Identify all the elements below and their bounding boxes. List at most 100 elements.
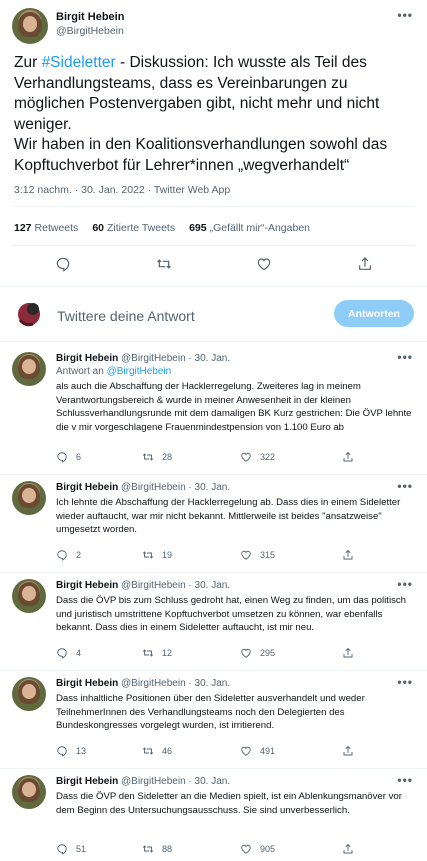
more-icon[interactable]: ••• [397, 8, 413, 22]
reply-author-name[interactable]: Birgit Hebein [56, 353, 118, 364]
like-icon[interactable] [256, 256, 272, 272]
reply-tweet[interactable]: Birgit Hebein @BirgitHebein · 30. Jan. •… [0, 477, 427, 572]
reply-author-handle[interactable]: @BirgitHebein [121, 353, 186, 364]
separator: · [188, 678, 192, 689]
reply-to-handle[interactable]: @BirgitHebein [107, 366, 172, 377]
reply-author-name[interactable]: Birgit Hebein [56, 482, 118, 493]
reply-button[interactable]: Antworten [334, 300, 414, 327]
likes-count: 695 [189, 222, 207, 234]
reply-count[interactable]: 6 [56, 451, 81, 463]
like-icon [240, 647, 252, 659]
retweet-icon [142, 745, 154, 757]
reply-author-handle[interactable]: @BirgitHebein [121, 776, 186, 787]
quotes-stat[interactable]: 60 Zitierte Tweets [92, 222, 175, 234]
reply-date[interactable]: 30. Jan. [195, 580, 231, 591]
reply-date[interactable]: 30. Jan. [195, 776, 231, 787]
like-count[interactable]: 491 [240, 745, 275, 757]
more-icon[interactable]: ••• [397, 479, 413, 493]
tweet-text-prefix: Zur [14, 54, 42, 71]
reply-count[interactable]: 13 [56, 745, 86, 757]
like-count[interactable]: 295 [240, 647, 275, 659]
reply-author-handle[interactable]: @BirgitHebein [121, 482, 186, 493]
share-button[interactable] [342, 745, 354, 757]
reply-count[interactable]: 4 [56, 647, 81, 659]
share-button[interactable] [342, 647, 354, 659]
reply-author-handle[interactable]: @BirgitHebein [121, 580, 186, 591]
like-count[interactable]: 905 [240, 843, 275, 855]
share-button[interactable] [342, 549, 354, 561]
reply-tweet[interactable]: Birgit Hebein @BirgitHebein · 30. Jan. •… [0, 771, 427, 861]
reply-count-value: 51 [76, 844, 87, 854]
more-icon[interactable]: ••• [397, 350, 413, 364]
share-icon [342, 647, 354, 659]
like-count-value: 905 [260, 844, 276, 854]
reply-header: Birgit Hebein @BirgitHebein · 30. Jan. [56, 776, 230, 787]
reply-icon [56, 843, 68, 855]
reply-avatar[interactable] [12, 481, 46, 515]
author-avatar[interactable] [12, 8, 48, 44]
hashtag-link[interactable]: #Sideletter [42, 54, 116, 71]
author-name[interactable]: Birgit Hebein [56, 11, 124, 23]
like-count-value: 315 [260, 550, 276, 560]
divider [0, 474, 427, 475]
reply-count[interactable]: 2 [56, 549, 81, 561]
reply-header: Birgit Hebein @BirgitHebein · 30. Jan. [56, 353, 230, 364]
reply-count-value: 2 [76, 550, 82, 560]
reply-avatar[interactable] [12, 579, 46, 613]
likes-stat[interactable]: 695 „Gefällt mir“-Angaben [189, 222, 310, 234]
reply-count-value: 13 [76, 746, 87, 756]
reply-count[interactable]: 51 [56, 843, 86, 855]
reply-author-name[interactable]: Birgit Hebein [56, 580, 118, 591]
retweet-count[interactable]: 12 [142, 647, 172, 659]
share-button[interactable] [342, 843, 354, 855]
like-icon [240, 843, 252, 855]
retweet-count[interactable]: 19 [142, 549, 172, 561]
retweet-icon [142, 647, 154, 659]
retweet-icon [142, 451, 154, 463]
tweet-text-line2: Wir haben in den Koalitionsverhandlungen… [14, 136, 388, 174]
author-handle[interactable]: @BirgitHebein [56, 25, 124, 37]
more-icon[interactable]: ••• [397, 773, 413, 787]
reply-input[interactable]: Twittere deine Antwort [57, 308, 195, 324]
reply-author-handle[interactable]: @BirgitHebein [121, 678, 186, 689]
quotes-count: 60 [92, 222, 104, 234]
share-icon[interactable] [357, 256, 373, 272]
retweet-icon[interactable] [156, 256, 172, 272]
reply-action-bar: 4 12 295 [56, 647, 416, 661]
reply-text: Dass die ÖVP bis zum Schluss gedroht hat… [56, 595, 407, 633]
retweets-stat[interactable]: 127 Retweets [14, 222, 78, 234]
more-icon[interactable]: ••• [397, 577, 413, 591]
reply-author-name[interactable]: Birgit Hebein [56, 678, 118, 689]
like-icon [240, 451, 252, 463]
more-icon[interactable]: ••• [397, 675, 413, 689]
reply-tweet[interactable]: Birgit Hebein @BirgitHebein · 30. Jan. •… [0, 575, 427, 670]
reply-date[interactable]: 30. Jan. [195, 678, 231, 689]
like-count[interactable]: 315 [240, 549, 275, 561]
reply-tweet[interactable]: Birgit Hebein @BirgitHebein · 30. Jan. •… [0, 673, 427, 768]
reply-author-name[interactable]: Birgit Hebein [56, 776, 118, 787]
like-icon [240, 745, 252, 757]
retweet-count-value: 28 [162, 452, 173, 462]
likes-label: „Gefällt mir“-Angaben [209, 222, 310, 234]
reply-date[interactable]: 30. Jan. [195, 482, 231, 493]
retweet-count[interactable]: 28 [142, 451, 172, 463]
reply-avatar[interactable] [12, 775, 46, 809]
like-count-value: 322 [260, 452, 276, 462]
retweet-count[interactable]: 46 [142, 745, 172, 757]
divider [0, 341, 427, 342]
retweet-count[interactable]: 88 [142, 843, 172, 855]
reply-icon [56, 451, 68, 463]
reply-date[interactable]: 30. Jan. [195, 353, 231, 364]
retweet-icon [142, 843, 154, 855]
share-button[interactable] [342, 451, 354, 463]
reply-icon[interactable] [55, 256, 71, 272]
share-icon [342, 549, 354, 561]
divider [0, 768, 427, 769]
share-icon [342, 745, 354, 757]
reply-avatar[interactable] [12, 677, 46, 711]
reply-tweet[interactable]: Birgit Hebein @BirgitHebein · 30. Jan. •… [0, 348, 427, 474]
reply-avatar[interactable] [12, 352, 46, 386]
tweet-meta[interactable]: 3:12 nachm. · 30. Jan. 2022 · Twitter We… [14, 184, 230, 196]
reply-header: Birgit Hebein @BirgitHebein · 30. Jan. [56, 678, 230, 689]
like-count[interactable]: 322 [240, 451, 275, 463]
